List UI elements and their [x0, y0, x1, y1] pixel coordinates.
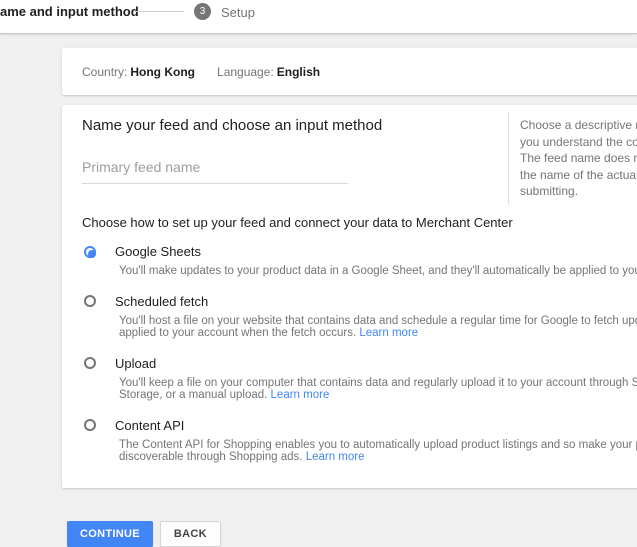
radio-option-upload[interactable]: Upload — [82, 355, 637, 372]
option-google-sheets: Google Sheets You'll make updates to you… — [82, 243, 637, 278]
option-description: You'll host a file on your website that … — [119, 314, 637, 340]
language-setting: Language: English — [217, 65, 320, 79]
option-content-api: Content API The Content API for Shopping… — [82, 417, 637, 464]
stepper-header: ame and input method 3 Setup — [0, 0, 637, 34]
option-description: You'll keep a file on your computer that… — [119, 376, 637, 402]
radio-option-google-sheets[interactable]: Google Sheets — [82, 243, 637, 260]
stepper-completed-step-label: ame and input method — [0, 4, 139, 19]
continue-button[interactable]: CONTINUE — [67, 521, 153, 547]
radio-button-icon[interactable] — [84, 419, 96, 431]
radio-button-icon[interactable] — [84, 357, 96, 369]
option-label: Scheduled fetch — [115, 293, 209, 309]
stepper-step-label: Setup — [221, 5, 255, 20]
country-value: Hong Kong — [130, 64, 196, 79]
stepper-connector-line — [136, 11, 184, 12]
option-label: Upload — [115, 355, 157, 371]
form-actions: CONTINUE BACK — [67, 521, 221, 547]
learn-more-link[interactable]: Learn more — [359, 327, 418, 339]
option-description: You'll make updates to your product data… — [119, 265, 637, 277]
stepper-step-circle: 3 — [194, 3, 211, 20]
feed-setup-card: Name your feed and choose an input metho… — [62, 105, 637, 488]
option-description: The Content API for Shopping enables you… — [119, 438, 637, 464]
feed-settings-card: Country: Hong Kong Language: English — [62, 48, 637, 95]
language-label: Language: — [217, 64, 274, 79]
country-label: Country: — [82, 64, 128, 79]
feed-name-help-text: Choose a descriptive name to help you un… — [508, 112, 637, 205]
radio-button-icon[interactable] — [84, 295, 96, 307]
language-value: English — [276, 64, 321, 79]
radio-button-icon[interactable] — [84, 245, 96, 258]
stepper-step-number: 3 — [199, 6, 206, 17]
country-setting: Country: Hong Kong — [82, 65, 195, 79]
primary-feed-name-input[interactable] — [82, 159, 348, 184]
learn-more-link[interactable]: Learn more — [306, 451, 365, 463]
radio-option-scheduled-fetch[interactable]: Scheduled fetch — [82, 293, 637, 310]
option-label: Google Sheets — [115, 244, 202, 259]
radio-option-content-api[interactable]: Content API — [82, 417, 637, 434]
input-method-question: Choose how to set up your feed and conne… — [82, 215, 513, 230]
option-scheduled-fetch: Scheduled fetch You'll host a file on yo… — [82, 293, 637, 340]
option-label: Content API — [115, 417, 185, 433]
option-upload: Upload You'll keep a file on your comput… — [82, 355, 637, 402]
back-button[interactable]: BACK — [159, 521, 221, 547]
learn-more-link[interactable]: Learn more — [271, 389, 330, 401]
